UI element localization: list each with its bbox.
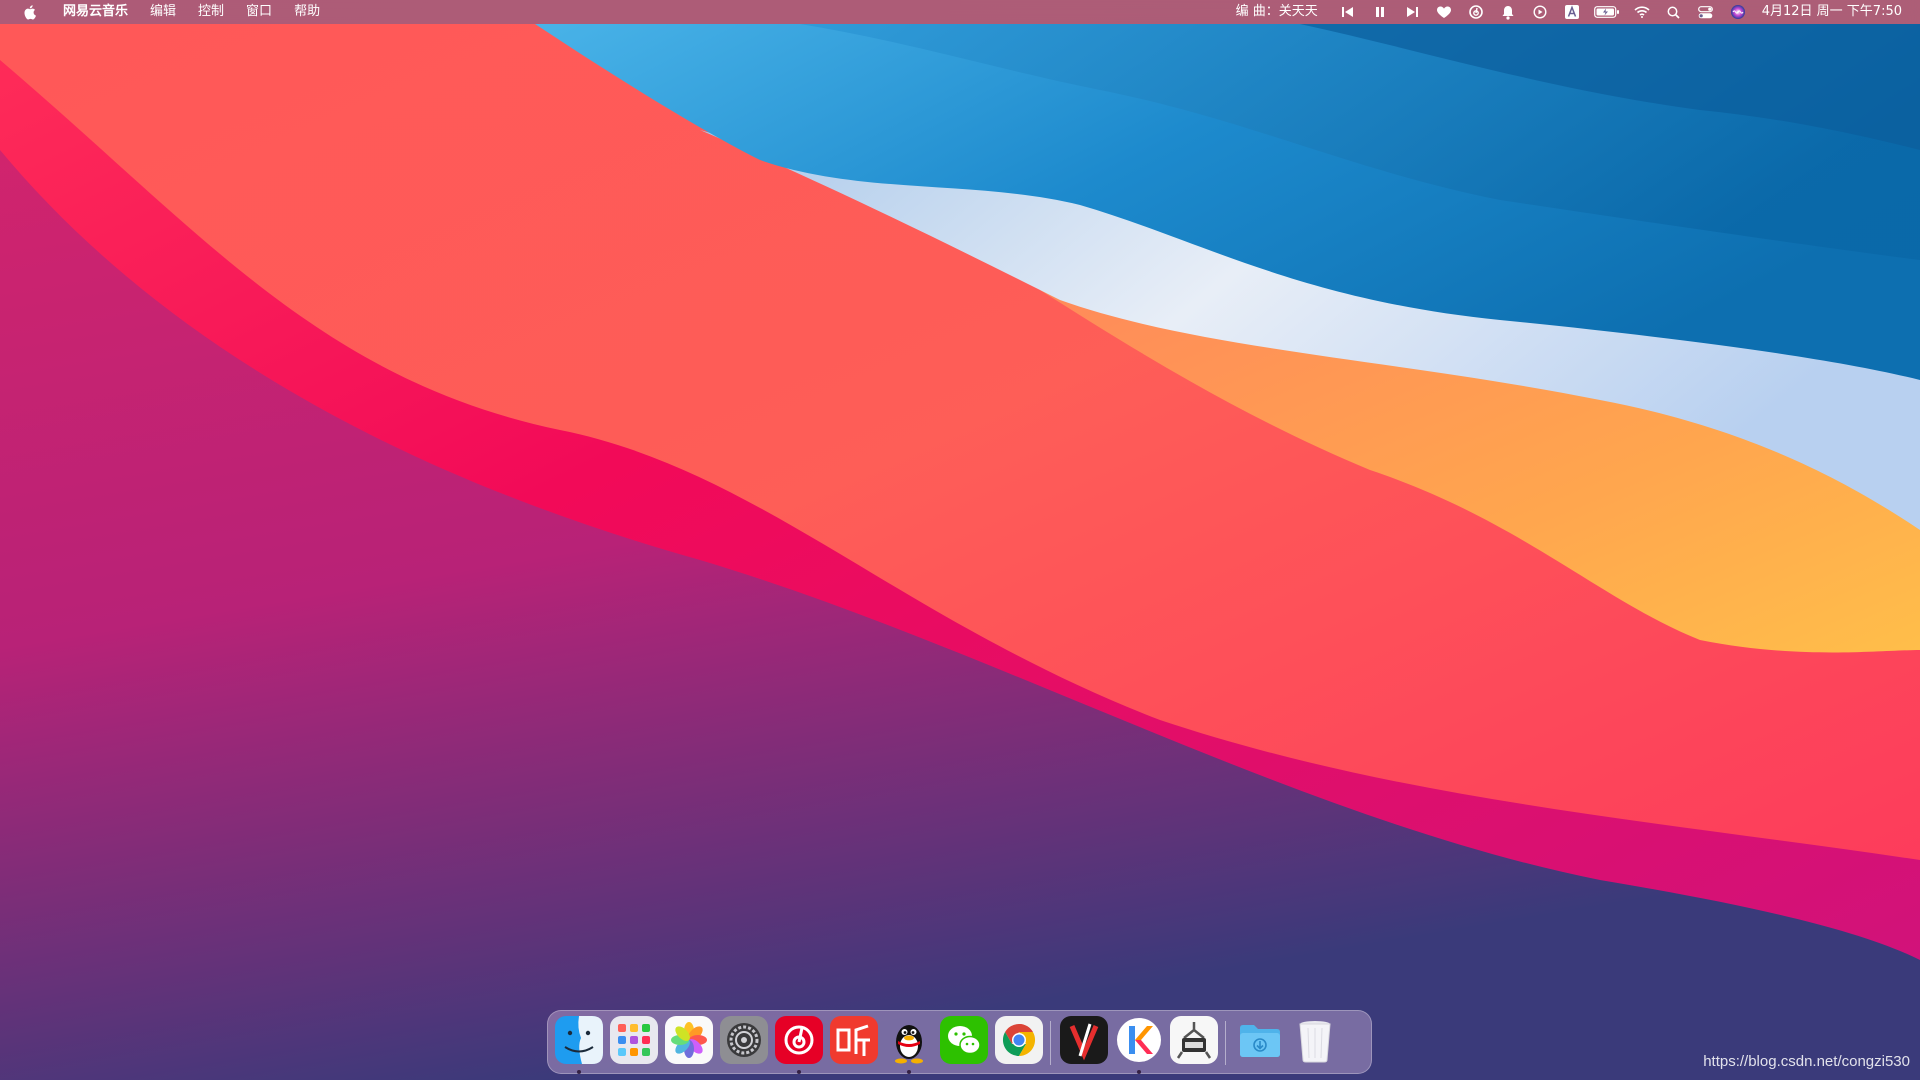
dock — [547, 1010, 1372, 1074]
dock-downloads-folder-icon[interactable] — [1236, 1016, 1284, 1064]
heart-icon[interactable] — [1432, 0, 1456, 24]
dock-separator — [1050, 1021, 1051, 1065]
battery-icon[interactable] — [1592, 0, 1622, 24]
now-playing-text[interactable]: 编 曲：关天天 — [1236, 0, 1332, 24]
dock-netease-music-icon[interactable] — [775, 1016, 823, 1064]
menu-edit[interactable]: 编辑 — [139, 0, 187, 24]
dock-qq-icon[interactable] — [885, 1016, 933, 1064]
dock-finder-icon[interactable] — [555, 1016, 603, 1064]
menu-bar: 网易云音乐 编辑 控制 窗口 帮助 编 曲：关天天 4月12日 周一 下午7:5… — [0, 0, 1920, 24]
desktop-wallpaper — [0, 0, 1920, 1080]
menu-help[interactable]: 帮助 — [283, 0, 331, 24]
app-name-menu[interactable]: 网易云音乐 — [52, 0, 139, 24]
play-circle-icon[interactable] — [1528, 0, 1552, 24]
input-method-icon[interactable] — [1560, 0, 1584, 24]
apple-menu-icon[interactable] — [20, 4, 38, 20]
previous-track-icon[interactable] — [1336, 0, 1360, 24]
netease-status-icon[interactable] — [1464, 0, 1488, 24]
watermark-text: https://blog.csdn.net/congzi530 — [1703, 1053, 1910, 1070]
dock-photos-icon[interactable] — [665, 1016, 713, 1064]
menu-window[interactable]: 窗口 — [235, 0, 283, 24]
menubar-clock[interactable]: 4月12日 周一 下午7:50 — [1754, 0, 1902, 24]
pause-icon[interactable] — [1368, 0, 1392, 24]
dock-system-preferences-icon[interactable] — [720, 1016, 768, 1064]
dock-chrome-icon[interactable] — [995, 1016, 1043, 1064]
dock-trash-icon[interactable] — [1291, 1016, 1339, 1064]
dock-ting-icon[interactable] — [830, 1016, 878, 1064]
running-indicator-netease-music — [797, 1070, 801, 1074]
dock-k-app-icon[interactable] — [1115, 1016, 1163, 1064]
dock-launchpad-icon[interactable] — [610, 1016, 658, 1064]
dock-xmind-icon[interactable] — [1060, 1016, 1108, 1064]
next-track-icon[interactable] — [1400, 0, 1424, 24]
running-indicator-qq — [907, 1070, 911, 1074]
dock-separator — [1225, 1021, 1226, 1065]
wifi-icon[interactable] — [1630, 0, 1654, 24]
control-center-icon[interactable] — [1694, 0, 1718, 24]
running-indicator-finder — [577, 1070, 581, 1074]
bell-icon[interactable] — [1496, 0, 1520, 24]
dock-scraper-app-icon[interactable] — [1170, 1016, 1218, 1064]
spotlight-icon[interactable] — [1662, 0, 1686, 24]
menu-control[interactable]: 控制 — [187, 0, 235, 24]
siri-icon[interactable] — [1726, 0, 1750, 24]
dock-wechat-icon[interactable] — [940, 1016, 988, 1064]
running-indicator-k-app — [1137, 1070, 1141, 1074]
